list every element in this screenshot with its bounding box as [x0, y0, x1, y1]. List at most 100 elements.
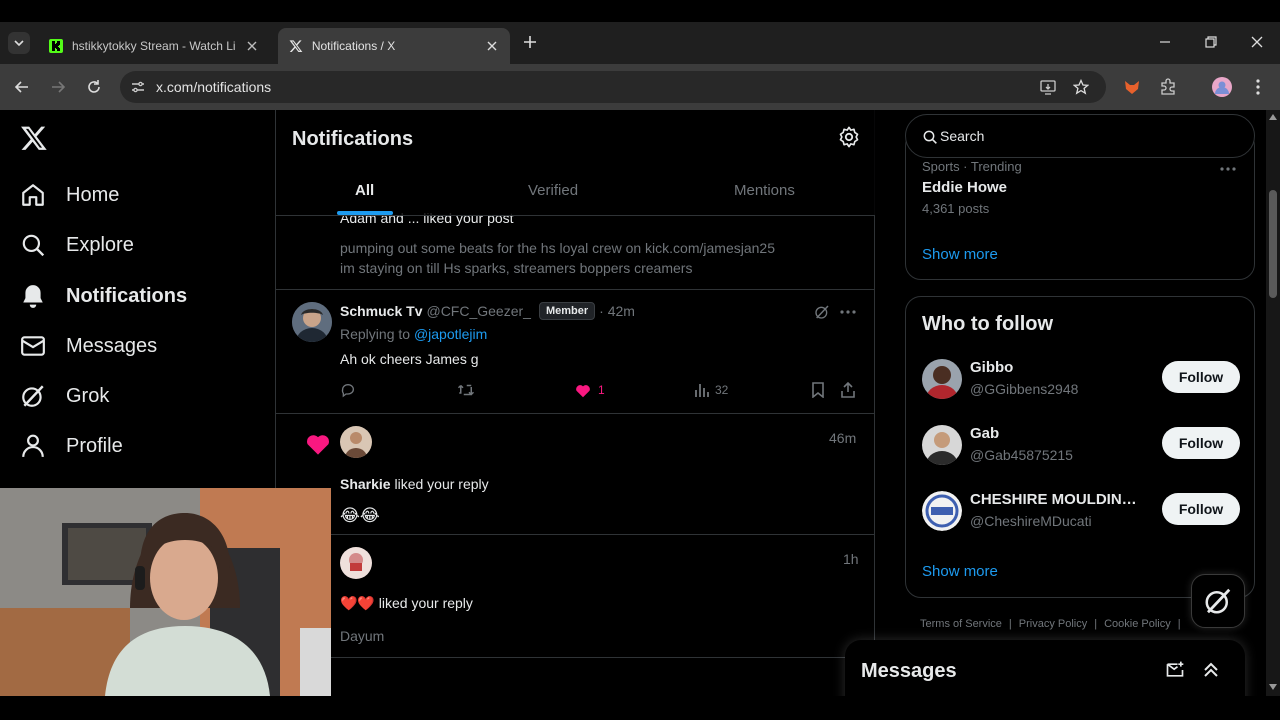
views-chart-icon [695, 384, 709, 397]
address-bar[interactable]: x.com/notifications [120, 71, 1106, 103]
browser-tab-notifications[interactable]: Notifications / X [278, 28, 510, 64]
new-tab-button[interactable] [520, 32, 540, 52]
follow-button[interactable]: Follow [1162, 427, 1240, 459]
tab-mentions[interactable]: Mentions [734, 182, 795, 199]
nav-label: Grok [66, 384, 110, 407]
tab-search-button[interactable] [8, 32, 30, 54]
search-placeholder: Search [940, 128, 985, 144]
avatar[interactable] [922, 425, 962, 465]
follow-button[interactable]: Follow [1162, 361, 1240, 393]
tab-verified[interactable]: Verified [528, 182, 578, 199]
notification-like-2[interactable]: 1h ❤️❤️ liked your reply Dayum [276, 535, 875, 658]
minimize-icon[interactable] [1156, 33, 1174, 51]
avatar[interactable] [292, 302, 332, 342]
install-app-icon[interactable] [1040, 79, 1056, 95]
scroll-down-arrow-icon[interactable] [1269, 684, 1277, 690]
avatar[interactable] [922, 359, 962, 399]
restore-icon[interactable] [1202, 33, 1220, 51]
trend-category: Sports · Trending [922, 159, 1022, 174]
bookmark-star-icon[interactable] [1073, 79, 1089, 95]
grok-analyze-icon[interactable] [814, 304, 830, 320]
replying-to-link[interactable]: @japotlejim [414, 326, 487, 342]
browser-tab-strip: hstikkytokky Stream - Watch Li Notificat… [0, 22, 1280, 64]
user-name: Gab [970, 425, 1000, 442]
nav-grok[interactable]: Grok [20, 376, 109, 416]
post-text-line: pumping out some beats for the hs loyal … [340, 240, 775, 256]
liker-name[interactable]: Sharkie [340, 476, 391, 492]
scroll-thumb[interactable] [1269, 190, 1277, 298]
like-button[interactable]: 1 [574, 382, 605, 398]
user-handle: @Gab45875215 [970, 447, 1073, 463]
follow-button[interactable]: Follow [1162, 493, 1240, 525]
notification-reply[interactable]: Schmuck Tv @CFC_Geezer_ Member · 42m Rep… [276, 290, 875, 414]
nav-notifications[interactable]: Notifications [20, 276, 187, 316]
page-title: Notifications [292, 128, 414, 150]
close-icon[interactable] [484, 38, 500, 54]
footer-link-terms[interactable]: Terms of Service [920, 618, 1002, 630]
heart-icon [304, 430, 332, 456]
site-info-icon[interactable] [130, 79, 146, 95]
settings-gear-icon[interactable] [838, 126, 860, 148]
post-text-line: im staying on till Hs sparks, streamers … [340, 260, 693, 276]
more-options-icon[interactable] [1220, 167, 1236, 171]
like-count: 1 [598, 383, 605, 397]
notification-like-sharkie[interactable]: 46m Sharkie liked your reply 😂😂 [276, 414, 875, 535]
follow-suggestion[interactable]: CHESHIRE MOULDING... @CheshireMDucati Fo… [922, 491, 1240, 535]
repost-icon[interactable] [457, 382, 475, 398]
post-time[interactable]: · 42m [599, 303, 635, 319]
search-input[interactable]: Search [905, 114, 1255, 158]
close-window-icon[interactable] [1248, 33, 1266, 51]
close-icon[interactable] [244, 38, 260, 54]
tab-title: hstikkytokky Stream - Watch Li [72, 39, 236, 53]
more-options-icon[interactable] [840, 310, 856, 314]
avatar[interactable] [340, 426, 372, 458]
trend-name[interactable]: Eddie Howe [922, 179, 1007, 196]
tab-all[interactable]: All [355, 182, 374, 199]
footer-link-cookie[interactable]: Cookie Policy [1104, 618, 1171, 630]
author-name[interactable]: Schmuck Tv [340, 303, 422, 319]
who-to-follow-card: Who to follow Gibbo @GGibbens2948 Follow… [905, 296, 1255, 598]
views-count: 32 [715, 383, 729, 397]
footer-link-privacy[interactable]: Privacy Policy [1019, 618, 1087, 630]
back-icon[interactable] [12, 77, 32, 97]
x-logo-icon[interactable] [20, 124, 48, 152]
reload-icon[interactable] [84, 77, 104, 97]
screen-top-bar [0, 0, 1280, 22]
show-more-link[interactable]: Show more [922, 246, 998, 263]
browser-toolbar: x.com/notifications [0, 64, 1280, 110]
extensions-puzzle-icon[interactable] [1158, 77, 1178, 97]
profile-avatar-icon[interactable] [1212, 77, 1232, 97]
trend-posts: 4,361 posts [922, 201, 990, 216]
grok-floating-button[interactable] [1191, 574, 1245, 628]
nav-label: Profile [66, 434, 123, 457]
nav-messages[interactable]: Messages [20, 326, 157, 366]
browser-tab-kick[interactable]: hstikkytokky Stream - Watch Li [38, 28, 270, 64]
member-badge: Member [538, 302, 596, 320]
page-scrollbar[interactable] [1266, 110, 1280, 720]
avatar[interactable] [340, 547, 372, 579]
avatar[interactable] [922, 491, 962, 531]
x-logo-icon [288, 38, 304, 54]
reply-icon[interactable] [340, 382, 356, 398]
show-more-link[interactable]: Show more [922, 563, 998, 580]
author-handle[interactable]: @CFC_Geezer_ [426, 303, 530, 319]
bookmark-icon[interactable] [810, 382, 826, 398]
extension-fox-icon[interactable] [1122, 77, 1142, 97]
nav-profile[interactable]: Profile [20, 426, 123, 466]
follow-suggestion[interactable]: Gab @Gab45875215 Follow [922, 425, 1240, 469]
compose-message-icon[interactable] [1165, 660, 1185, 680]
nav-label: Messages [66, 334, 158, 357]
reply-content: 😂😂 [340, 506, 380, 525]
nav-home[interactable]: Home [20, 175, 119, 215]
scroll-up-arrow-icon[interactable] [1269, 114, 1277, 120]
liker-emoji-name[interactable]: ❤️❤️ [340, 595, 375, 611]
forward-icon[interactable] [48, 77, 68, 97]
nav-explore[interactable]: Explore [20, 225, 134, 265]
expand-drawer-icon[interactable] [1201, 660, 1221, 680]
browser-menu-icon[interactable] [1248, 77, 1268, 97]
share-icon[interactable] [840, 382, 856, 398]
home-icon [20, 182, 46, 208]
views-button[interactable]: 32 [694, 382, 728, 398]
notification-action: liked your reply [394, 476, 489, 492]
follow-suggestion[interactable]: Gibbo @GGibbens2948 Follow [922, 359, 1240, 403]
